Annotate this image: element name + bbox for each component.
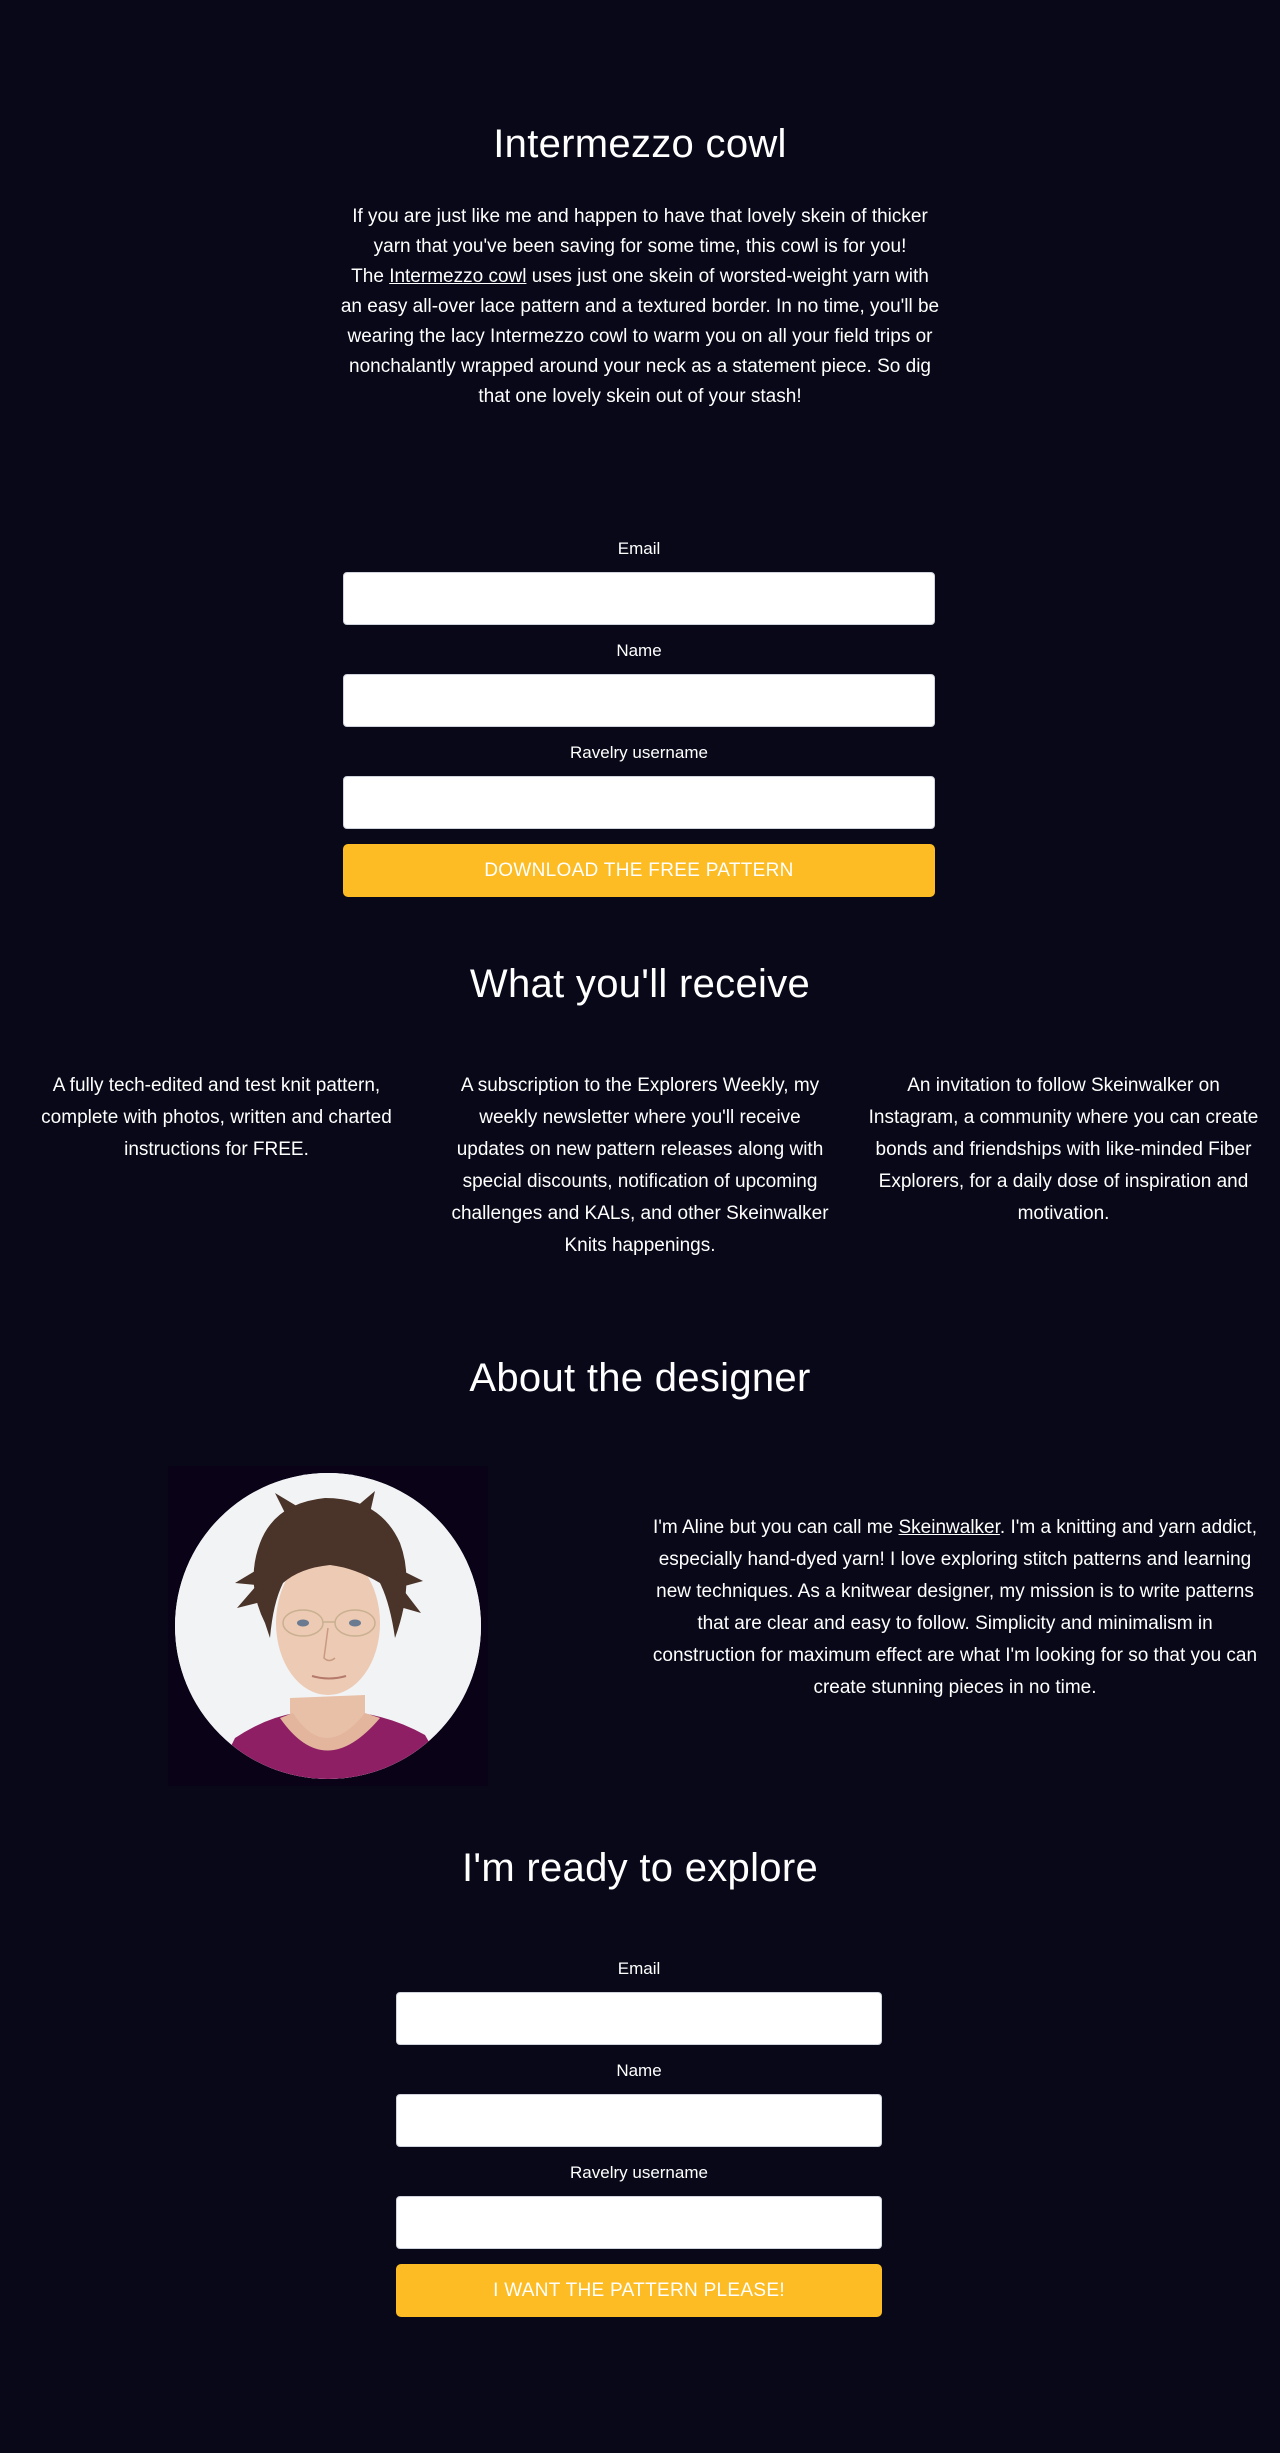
designer-photo — [168, 1466, 488, 1786]
download-form: Email Name Ravelry username DOWNLOAD THE… — [343, 538, 935, 897]
download-pattern-button[interactable]: DOWNLOAD THE FREE PATTERN — [343, 844, 935, 897]
name-field[interactable] — [396, 2094, 882, 2147]
ravelry-username-field[interactable] — [343, 776, 935, 829]
about-section-title: About the designer — [469, 1356, 811, 1400]
email-field[interactable] — [396, 1992, 882, 2045]
page-title: Intermezzo cowl — [493, 122, 787, 166]
ravelry-username-label: Ravelry username — [570, 743, 708, 762]
name-label: Name — [616, 2061, 662, 2080]
about-text-prefix: I'm Aline but you can call me — [653, 1517, 899, 1538]
skeinwalker-link[interactable]: Skeinwalker — [899, 1517, 1000, 1538]
feature-pattern: A fully tech-edited and test knit patter… — [41, 1075, 392, 1160]
cta-section-title: I'm ready to explore — [461, 1846, 819, 1890]
receive-section-title: What you'll receive — [469, 962, 811, 1006]
about-description: I'm Aline but you can call me Skeinwalke… — [650, 1512, 1260, 1704]
receive-features: A fully tech-edited and test knit patter… — [20, 1070, 1260, 1262]
hero-description: If you are just like me and happen to ha… — [338, 202, 942, 412]
email-field[interactable] — [343, 572, 935, 625]
ravelry-username-label: Ravelry username — [570, 2163, 708, 2182]
email-label: Email — [617, 1959, 661, 1978]
portrait-image — [175, 1473, 481, 1779]
name-field[interactable] — [343, 674, 935, 727]
about-text-suffix: . I'm a knitting and yarn addict, especi… — [652, 1517, 1258, 1698]
avatar — [175, 1473, 481, 1779]
hero-intro: If you are just like me and happen to ha… — [352, 206, 928, 257]
email-label: Email — [617, 539, 661, 558]
signup-form: Email Name Ravelry username I WANT THE P… — [396, 1958, 882, 2317]
ravelry-username-field[interactable] — [396, 2196, 882, 2249]
want-pattern-button[interactable]: I WANT THE PATTERN PLEASE! — [396, 2264, 882, 2317]
name-label: Name — [616, 641, 662, 660]
hero-body-prefix: The — [351, 266, 390, 287]
feature-instagram: An invitation to follow Skeinwalker on I… — [868, 1075, 1259, 1224]
feature-newsletter: A subscription to the Explorers Weekly, … — [451, 1075, 829, 1256]
intermezzo-cowl-link[interactable]: Intermezzo cowl — [389, 266, 526, 287]
hero-body-suffix: uses just one skein of worsted-weight ya… — [340, 266, 940, 407]
